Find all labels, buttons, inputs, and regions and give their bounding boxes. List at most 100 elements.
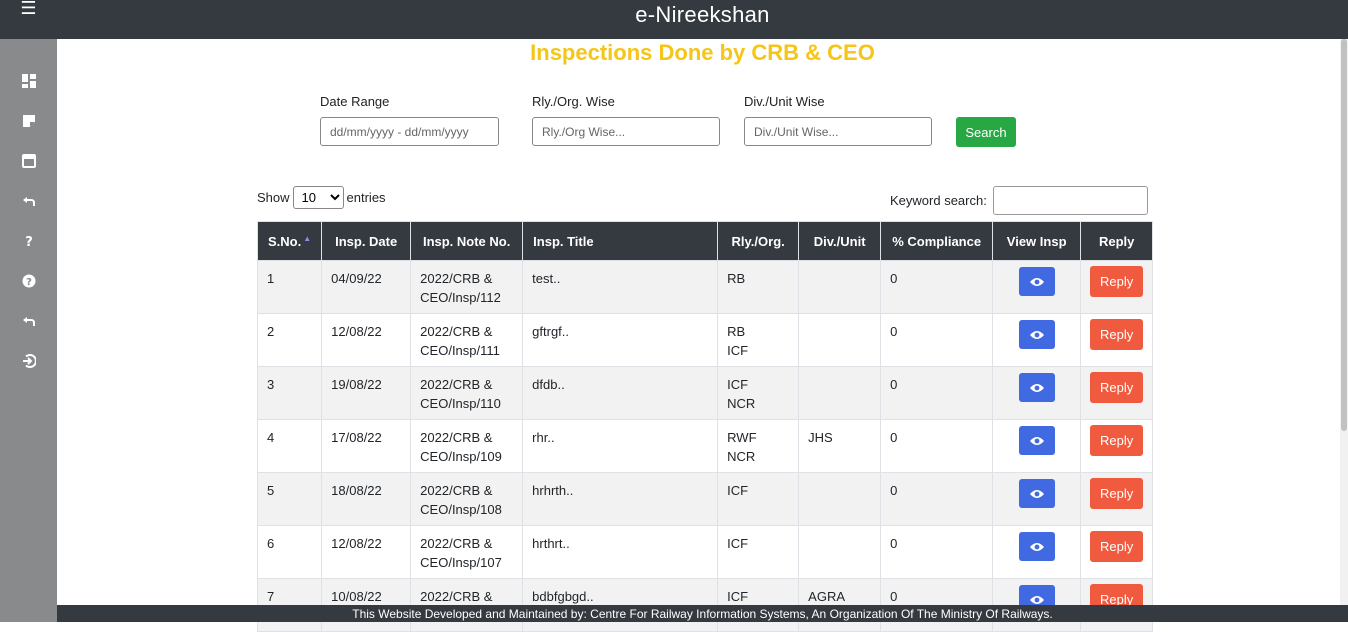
column-header-reply[interactable]: Reply [1080, 221, 1154, 261]
table-header-row: S.No. ▲ Insp. Date Insp. Note No. Insp. T… [256, 221, 1154, 261]
sidebar-item-return[interactable] [0, 301, 57, 341]
reply-button[interactable]: Reply [1090, 425, 1144, 456]
reply-button[interactable]: Reply [1090, 372, 1144, 403]
eye-icon [1029, 330, 1044, 339]
note-line-2: CEO/Insp/107 [420, 555, 502, 570]
svg-text:?: ? [25, 235, 33, 248]
cell-view [992, 366, 1082, 420]
cell-div [798, 525, 882, 579]
view-inspection-button[interactable] [1018, 479, 1055, 508]
show-label: Show [257, 190, 290, 205]
cell-sno: 2 [256, 313, 323, 367]
cell-reply: Reply [1080, 525, 1154, 579]
keyword-search-input[interactable] [992, 186, 1148, 215]
note-line-1: 2022/CRB & [420, 271, 493, 286]
reply-button[interactable]: Reply [1090, 266, 1144, 297]
cell-rly: RWF NCR [717, 419, 800, 473]
sidebar-item-back[interactable] [0, 181, 57, 221]
rly-line-2: NCR [727, 449, 756, 464]
scrollbar-thumb[interactable] [1341, 39, 1347, 431]
sidebar-item-calendar[interactable] [0, 141, 57, 181]
cell-note: 2022/CRB & CEO/Insp/107 [410, 525, 524, 579]
view-inspection-button[interactable] [1018, 373, 1055, 402]
view-inspection-button[interactable] [1018, 320, 1055, 349]
cell-date: 12/08/22 [321, 525, 412, 579]
eye-icon [1029, 595, 1044, 604]
cell-date: 18/08/22 [321, 472, 412, 526]
cell-date: 04/09/22 [321, 260, 412, 314]
view-inspection-button[interactable] [1018, 426, 1055, 455]
column-header-date[interactable]: Insp. Date [321, 221, 412, 261]
column-header-view[interactable]: View Insp [992, 221, 1082, 261]
page-scrollbar[interactable] [1340, 39, 1348, 605]
reply-button[interactable]: Reply [1090, 319, 1144, 350]
rly-line-1: RWF [727, 430, 757, 445]
cell-note: 2022/CRB & CEO/Insp/112 [410, 260, 524, 314]
sort-asc-icon: ▲ [303, 233, 312, 243]
page-title: Inspections Done by CRB & CEO [530, 40, 875, 65]
date-range-filter: Date Range [320, 94, 499, 146]
note-line-1: 2022/CRB & [420, 377, 493, 392]
date-range-input[interactable] [320, 117, 499, 146]
sidebar-item-help[interactable]: ? [0, 221, 57, 261]
rly-line-1: RB [727, 271, 746, 286]
cell-div: JHS [798, 419, 882, 473]
cell-rly: RB [717, 260, 800, 314]
column-header-div[interactable]: Div./Unit [798, 221, 882, 261]
hamburger-menu-button[interactable]: ☰ [0, 0, 57, 39]
cell-sno: 3 [256, 366, 323, 420]
cell-compliance: 0 [880, 525, 994, 579]
reply-button[interactable]: Reply [1090, 531, 1144, 562]
cell-title: hrhrth.. [522, 472, 719, 526]
cell-view [992, 525, 1082, 579]
cell-sno: 1 [256, 260, 323, 314]
calendar-icon [21, 154, 36, 168]
rly-line-1: ICF [727, 536, 749, 551]
note-line-1: 2022/CRB & [420, 430, 493, 445]
table-row: 6 12/08/22 2022/CRB & CEO/Insp/107 hrthrt.. I… [256, 525, 1154, 579]
undo-icon [22, 197, 35, 206]
cell-note: 2022/CRB & CEO/Insp/111 [410, 313, 524, 367]
rly-line-1: RB [727, 324, 746, 339]
column-header-compliance[interactable]: % Compliance [880, 221, 994, 261]
entries-select[interactable]: 10 [292, 186, 344, 209]
rly-line-2: NCR [727, 396, 756, 411]
info-icon: ? [22, 274, 35, 288]
note-line-2: CEO/Insp/108 [420, 502, 502, 517]
cell-title: gftrgf.. [522, 313, 719, 367]
reply-button[interactable]: Reply [1090, 478, 1144, 509]
rly-input[interactable] [532, 117, 720, 146]
rly-line-1: ICF [727, 483, 749, 498]
cell-reply: Reply [1080, 313, 1154, 367]
view-inspection-button[interactable] [1018, 267, 1055, 296]
column-header-note[interactable]: Insp. Note No. [410, 221, 524, 261]
cell-compliance: 0 [880, 313, 994, 367]
rly-line-1: ICF [727, 377, 749, 392]
sidebar: ☰ ? ? [0, 0, 57, 622]
cell-div [798, 313, 882, 367]
note-line-1: 2022/CRB & [420, 536, 493, 551]
cell-reply: Reply [1080, 260, 1154, 314]
cell-reply: Reply [1080, 366, 1154, 420]
help-icon: ? [25, 235, 33, 248]
keyword-label: Keyword search: [890, 193, 987, 208]
note-line-2: CEO/Insp/111 [420, 343, 500, 358]
cell-note: 2022/CRB & CEO/Insp/110 [410, 366, 524, 420]
app-title: e-Nireekshan [57, 0, 1348, 39]
column-header-title[interactable]: Insp. Title [522, 221, 719, 261]
view-inspection-button[interactable] [1018, 532, 1055, 561]
sidebar-item-info[interactable]: ? [0, 261, 57, 301]
cell-compliance: 0 [880, 366, 994, 420]
column-header-rly[interactable]: Rly./Org. [717, 221, 800, 261]
sidebar-item-logout[interactable] [0, 341, 57, 381]
sidebar-item-dashboard[interactable] [0, 61, 57, 101]
cell-view [992, 472, 1082, 526]
cell-sno: 5 [256, 472, 323, 526]
column-header-sno[interactable]: S.No. ▲ [256, 221, 323, 261]
cell-sno: 6 [256, 525, 323, 579]
table-row: 4 17/08/22 2022/CRB & CEO/Insp/109 rhr.. RWF N… [256, 419, 1154, 473]
sidebar-item-notes[interactable] [0, 101, 57, 141]
rly-label: Rly./Org. Wise [532, 94, 615, 109]
search-button[interactable]: Search [956, 117, 1016, 147]
div-input[interactable] [744, 117, 932, 146]
